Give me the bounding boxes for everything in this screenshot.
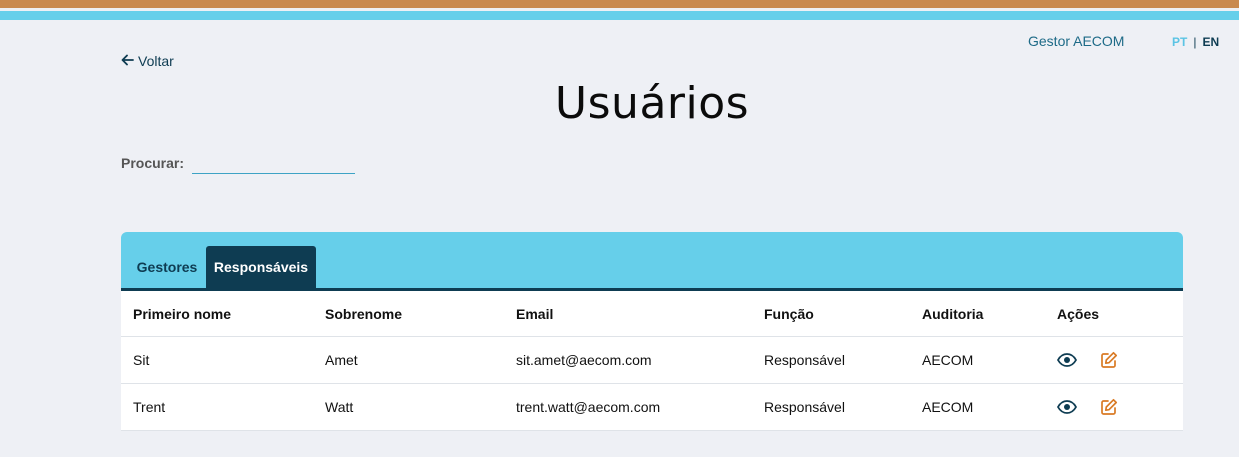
- search-input[interactable]: [192, 152, 355, 174]
- edit-icon[interactable]: [1099, 397, 1119, 417]
- cell-email: trent.watt@aecom.com: [516, 399, 661, 415]
- cell-audit: AECOM: [922, 352, 974, 368]
- edit-icon[interactable]: [1099, 350, 1119, 370]
- column-header-actions: Ações: [1057, 305, 1100, 322]
- cell-audit: AECOM: [922, 399, 974, 415]
- cell-last-name: Amet: [325, 352, 358, 368]
- eye-icon[interactable]: [1057, 397, 1077, 417]
- table-row: Sit Amet sit.amet@aecom.com Responsável …: [121, 337, 1183, 384]
- cell-role: Responsável: [764, 352, 845, 368]
- column-header-last-name: Sobrenome: [325, 305, 403, 322]
- cell-first-name: Trent: [133, 399, 166, 415]
- eye-icon[interactable]: [1057, 350, 1077, 370]
- cell-email: sit.amet@aecom.com: [516, 352, 652, 368]
- top-blue-band: [0, 11, 1239, 20]
- column-header-email: Email: [516, 305, 554, 322]
- table-header-row: Primeiro nome Sobrenome Email Função Aud…: [121, 291, 1183, 337]
- language-switcher: PT | EN: [1172, 35, 1219, 49]
- users-table: Primeiro nome Sobrenome Email Função Aud…: [121, 291, 1183, 431]
- column-header-first-name: Primeiro nome: [133, 305, 232, 322]
- column-header-audit: Auditoria: [922, 305, 984, 322]
- page-title: Usuários: [554, 78, 750, 129]
- tab-gestores[interactable]: Gestores: [129, 246, 205, 288]
- row-actions: [1057, 337, 1119, 383]
- table-row: Trent Watt trent.watt@aecom.com Responsá…: [121, 384, 1183, 431]
- top-orange-band: [0, 0, 1239, 8]
- column-header-role: Função: [764, 305, 814, 322]
- row-actions: [1057, 384, 1119, 430]
- lang-en-link[interactable]: EN: [1202, 35, 1219, 49]
- tab-responsaveis[interactable]: Responsáveis: [206, 246, 316, 288]
- cell-first-name: Sit: [133, 352, 150, 368]
- lang-separator: |: [1193, 35, 1197, 49]
- back-label: Voltar: [138, 53, 174, 69]
- tab-bar: Gestores Responsáveis: [121, 232, 1183, 291]
- arrow-left-icon: [121, 53, 134, 69]
- current-user-name: Gestor AECOM: [1028, 33, 1125, 49]
- cell-role: Responsável: [764, 399, 845, 415]
- lang-pt-link[interactable]: PT: [1172, 35, 1187, 49]
- search-label: Procurar:: [121, 155, 185, 171]
- users-panel: Gestores Responsáveis Primeiro nome Sobr…: [121, 232, 1183, 431]
- cell-last-name: Watt: [325, 399, 354, 415]
- back-link[interactable]: Voltar: [121, 53, 174, 69]
